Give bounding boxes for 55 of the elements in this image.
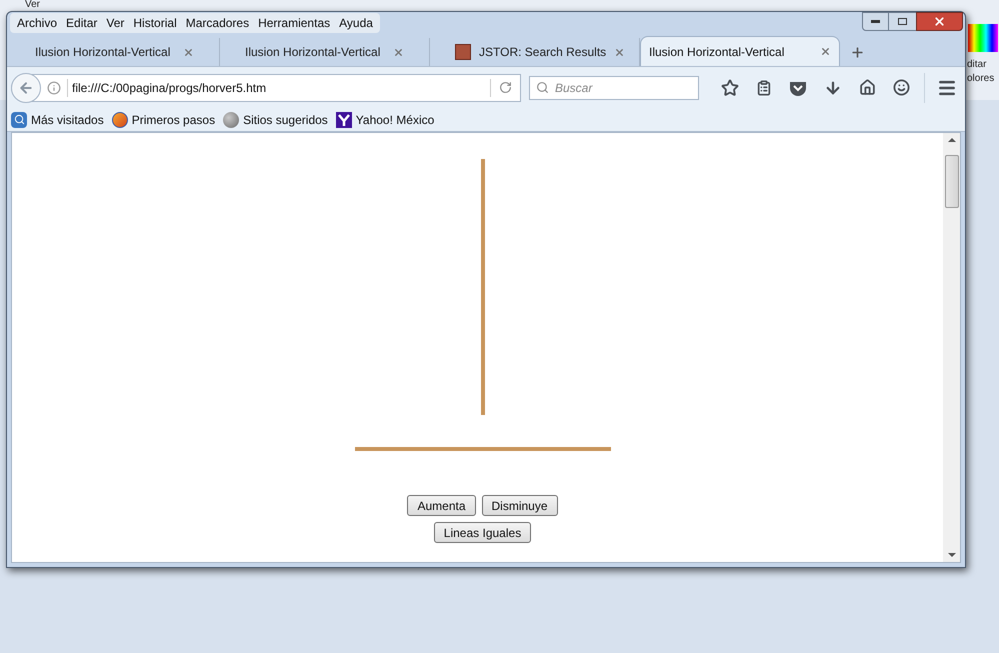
menu-item[interactable]: Marcadores (186, 14, 250, 32)
bookmark-link[interactable]: Más visitados (31, 110, 104, 128)
bookmark-link[interactable]: Yahoo! México (356, 110, 434, 128)
menu-item[interactable]: Ayuda (339, 14, 373, 32)
address-field[interactable]: file:///C:/00pagina/progs/horver5.htm (11, 74, 521, 102)
tab-title: Ilusion Horizontal-Vertical (245, 44, 382, 61)
close-tab-icon[interactable] (393, 46, 404, 58)
home-icon[interactable] (859, 79, 876, 96)
reset-button[interactable]: Lineas Iguales (434, 522, 532, 543)
tab-title: Ilusion Horizontal-Vertical (35, 44, 172, 61)
close-tab-icon[interactable] (183, 46, 194, 58)
tab-title: JSTOR: Search Results (479, 44, 606, 61)
menu-item[interactable]: Herramientas (258, 14, 330, 32)
menu-item[interactable]: Editar (66, 14, 98, 32)
tab-title: Ilusion Horizontal-Vertical (649, 44, 786, 60)
close-tab-icon[interactable] (820, 46, 831, 57)
scroll-up-icon[interactable] (948, 138, 956, 142)
color-palette-icon (968, 24, 998, 52)
browser-tab[interactable]: Ilusion Horizontal-Vertical (640, 36, 840, 66)
search-icon (536, 81, 549, 94)
close-icon (933, 15, 946, 28)
download-icon[interactable] (824, 78, 842, 96)
bookmark-link[interactable]: Primeros pasos (132, 110, 216, 128)
maximize-button[interactable] (889, 12, 916, 31)
bookmark-star-icon[interactable] (721, 78, 739, 96)
site-favicon-icon (455, 44, 471, 60)
back-button[interactable] (11, 72, 41, 102)
yahoo-logo-icon (336, 112, 352, 128)
close-tab-icon[interactable] (614, 46, 626, 58)
search-placeholder: Buscar (555, 80, 592, 96)
browser-logo-icon (112, 112, 128, 128)
page-button[interactable]: Aumenta (407, 495, 476, 516)
menu-item[interactable]: Archivo (17, 14, 58, 32)
menu-item[interactable]: Historial (133, 14, 177, 32)
bookmark-link[interactable]: Sitios sugeridos (243, 110, 328, 128)
toolbar-label: olores (967, 72, 994, 86)
pocket-icon[interactable] (789, 80, 807, 96)
search-field[interactable]: Buscar (529, 76, 699, 100)
url-text: file:///C:/00pagina/progs/horver5.htm (72, 80, 268, 96)
close-button[interactable] (916, 12, 963, 31)
toolbar-label: ditar (967, 58, 988, 72)
page-button[interactable]: Disminuye (482, 495, 558, 516)
reading-list-icon[interactable] (756, 80, 772, 96)
scroll-down-icon[interactable] (948, 553, 956, 557)
scroll-thumb[interactable] (944, 155, 958, 208)
info-icon[interactable] (47, 80, 61, 94)
background-menu-item[interactable]: Ver (25, 0, 40, 10)
scrollbar[interactable] (943, 133, 960, 562)
magnifier-icon (11, 112, 27, 128)
globe-icon (223, 112, 240, 128)
reload-icon[interactable] (499, 81, 512, 94)
smiley-icon[interactable] (893, 79, 910, 96)
minimize-button[interactable] (862, 12, 889, 31)
menu-item[interactable]: Ver (106, 14, 124, 32)
new-tab-icon[interactable] (850, 45, 865, 60)
